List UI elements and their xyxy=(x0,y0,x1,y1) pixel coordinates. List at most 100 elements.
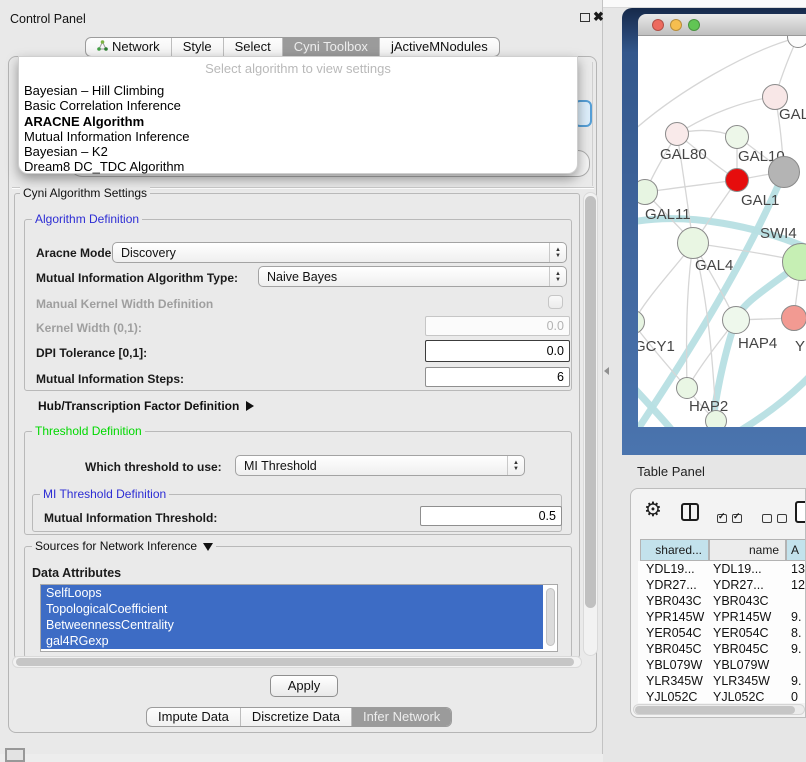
table-cell: YER054C xyxy=(713,625,769,641)
minimized-panel-icon[interactable] xyxy=(5,748,25,762)
column-header-a[interactable]: A xyxy=(786,539,806,561)
table-cell: YDL19... xyxy=(713,561,762,577)
tab-label: Style xyxy=(183,38,212,56)
tab-label: Select xyxy=(235,38,271,56)
tab-label: Infer Network xyxy=(363,708,440,726)
network-node-label: GAL4 xyxy=(695,257,733,274)
dpi-tolerance-input[interactable] xyxy=(425,340,570,362)
tab-cyni-toolbox[interactable]: Cyni Toolbox xyxy=(282,38,379,56)
tab-network[interactable]: Network xyxy=(86,38,171,56)
minimize-traffic-light[interactable] xyxy=(670,19,682,31)
table-cell: YDR27... xyxy=(646,577,697,593)
list-scrollbar[interactable] xyxy=(546,588,555,646)
splitter-handle-icon[interactable] xyxy=(604,367,609,375)
network-node-label: GAL7 xyxy=(779,106,806,123)
tab-select[interactable]: Select xyxy=(223,38,282,56)
zoom-traffic-light[interactable] xyxy=(688,19,700,31)
algorithm-option-basic-correlation-inference[interactable]: Basic Correlation Inference xyxy=(22,98,574,113)
hub-definition-label: Hub/Transcription Factor Definition xyxy=(38,399,239,413)
gear-icon[interactable]: ⚙ xyxy=(644,497,662,522)
table-cell: 0 xyxy=(791,689,798,703)
network-node-hap4[interactable] xyxy=(722,306,750,334)
tab-jactivemnodules[interactable]: jActiveMNodules xyxy=(379,38,499,56)
network-node-label: GAL1 xyxy=(741,192,779,209)
table-row[interactable]: YBL079WYBL079W xyxy=(638,657,806,673)
network-node-y[interactable] xyxy=(781,305,806,331)
network-node-label: Y xyxy=(795,338,805,355)
data-attributes-list[interactable]: SelfLoopsTopologicalCoefficientBetweenne… xyxy=(40,584,558,652)
attribute-item-gal4rgexp[interactable]: gal4RGexp xyxy=(41,633,543,649)
aracne-mode-select[interactable]: Discovery xyxy=(112,242,567,263)
algorithm-option-dream8-dc-tdc-algorithm[interactable]: Dream8 DC_TDC Algorithm xyxy=(22,159,574,174)
mi-type-select[interactable]: Naive Bayes xyxy=(258,266,567,287)
settings-horizontal-scrollbar-thumb[interactable] xyxy=(16,658,574,666)
algorithm-option-bayesian-k2[interactable]: Bayesian – K2 xyxy=(22,144,574,159)
document-icon[interactable] xyxy=(795,501,806,523)
close-traffic-light[interactable] xyxy=(652,19,664,31)
which-threshold-value: MI Threshold xyxy=(244,459,317,473)
tab-impute-data[interactable]: Impute Data xyxy=(147,708,240,726)
network-node-hap2[interactable] xyxy=(676,377,698,399)
network-node-gal10[interactable] xyxy=(725,125,749,149)
table-row[interactable]: YER054CYER054C8. xyxy=(638,625,806,641)
network-node-gal4[interactable] xyxy=(677,227,709,259)
checked-box-icon[interactable] xyxy=(717,514,727,523)
mi-threshold-group-label: MI Threshold Definition xyxy=(40,487,169,501)
apply-button[interactable]: Apply xyxy=(270,675,338,697)
algorithm-option-bayesian-hill-climbing[interactable]: Bayesian – Hill Climbing xyxy=(22,83,574,98)
which-threshold-select[interactable]: MI Threshold xyxy=(235,455,525,476)
table-horizontal-scrollbar-thumb[interactable] xyxy=(635,706,795,714)
tab-style[interactable]: Style xyxy=(171,38,223,56)
network-node-gal80[interactable] xyxy=(665,122,689,146)
attribute-item-selfloops[interactable]: SelfLoops xyxy=(41,585,543,601)
tab-infer-network[interactable]: Infer Network xyxy=(351,708,451,726)
kernel-width-input[interactable] xyxy=(425,316,570,336)
table-row[interactable]: YBR043CYBR043C xyxy=(638,593,806,609)
table-cell: YLR345W xyxy=(713,673,770,689)
table-row[interactable]: YPR145WYPR145W9. xyxy=(638,609,806,625)
network-window-titlebar[interactable] xyxy=(638,14,806,36)
expanded-arrow-icon xyxy=(203,543,213,551)
algorithm-option-mutual-information-inference[interactable]: Mutual Information Inference xyxy=(22,129,574,144)
table-cell: 9. xyxy=(791,609,801,625)
checked-box-icon[interactable] xyxy=(732,514,742,523)
settings-vertical-scrollbar-thumb[interactable] xyxy=(585,196,596,608)
table-row[interactable]: YDL19...YDL19...13 xyxy=(638,561,806,577)
table-row[interactable]: YDR27...YDR27...12 xyxy=(638,577,806,593)
mi-type-value: Naive Bayes xyxy=(267,270,337,284)
column-layout-icon[interactable] xyxy=(681,503,699,521)
table-cell: YLR345W xyxy=(646,673,703,689)
tab-label: Cyni Toolbox xyxy=(294,38,368,56)
network-node[interactable] xyxy=(768,156,800,188)
dpi-tolerance-label: DPI Tolerance [0,1]: xyxy=(36,346,147,360)
network-canvas[interactable]: GAL7GAL80GAL10GAL1GAL11GAL4SWI4GCY1HAP4Y… xyxy=(638,36,806,427)
unchecked-box-icon[interactable] xyxy=(777,514,787,523)
table-row[interactable]: YJL052CYJL052C0 xyxy=(638,689,806,703)
manual-kernel-checkbox[interactable] xyxy=(548,295,563,309)
spinner-arrows-icon xyxy=(507,456,524,475)
algorithm-option-aracne-algorithm[interactable]: ARACNE Algorithm xyxy=(22,114,574,129)
which-threshold-label: Which threshold to use: xyxy=(85,460,222,474)
float-window-icon[interactable] xyxy=(580,13,590,22)
column-header-shared-[interactable]: shared... xyxy=(640,539,709,561)
table-row[interactable]: YLR345WYLR345W9. xyxy=(638,673,806,689)
network-node-gal1[interactable] xyxy=(725,168,749,192)
kernel-width-label: Kernel Width (0,1): xyxy=(36,321,142,335)
data-attributes-label: Data Attributes xyxy=(32,566,121,580)
unchecked-box-icon[interactable] xyxy=(762,514,772,523)
column-header-name[interactable]: name xyxy=(709,539,786,561)
network-node[interactable] xyxy=(705,410,727,427)
table-row[interactable]: YBR045CYBR045C9. xyxy=(638,641,806,657)
mi-steps-input[interactable] xyxy=(425,367,570,387)
table-cell: 8. xyxy=(791,625,801,641)
hub-definition-toggle[interactable]: Hub/Transcription Factor Definition xyxy=(38,399,254,413)
table-cell: YBR045C xyxy=(646,641,702,657)
mi-threshold-input[interactable] xyxy=(420,506,562,526)
tab-discretize-data[interactable]: Discretize Data xyxy=(240,708,351,726)
sources-title-text: Sources for Network Inference xyxy=(35,539,197,553)
aracne-mode-value: Discovery xyxy=(121,246,176,260)
sources-group-label[interactable]: Sources for Network Inference xyxy=(32,539,216,553)
attribute-item-topologicalcoefficient[interactable]: TopologicalCoefficient xyxy=(41,601,543,617)
attribute-item-betweennesscentrality[interactable]: BetweennessCentrality xyxy=(41,617,543,633)
algorithm-list: Bayesian – Hill ClimbingBasic Correlatio… xyxy=(22,83,574,175)
